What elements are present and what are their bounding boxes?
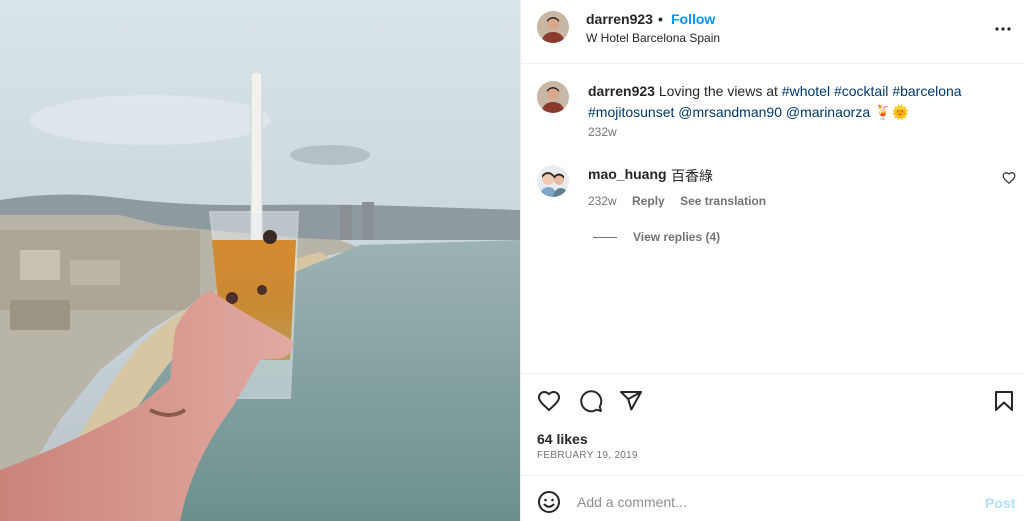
mention-link[interactable]: @marinaorza <box>786 104 870 120</box>
caption-timestamp[interactable]: 232w <box>588 125 617 139</box>
more-options-icon[interactable] <box>991 17 1015 41</box>
author-avatar[interactable] <box>537 11 569 43</box>
separator-dot: • <box>658 11 663 27</box>
add-comment-bar: Post <box>521 475 1024 521</box>
comment-timestamp[interactable]: 232w <box>588 194 617 208</box>
post-header: darren923 • Follow W Hotel Barcelona Spa… <box>521 0 1024 64</box>
caption-body: Loving the views at <box>658 83 778 99</box>
commenter-username[interactable]: mao_huang <box>588 166 667 182</box>
paper-plane-icon[interactable] <box>619 389 643 413</box>
emoji-icon[interactable] <box>537 490 561 514</box>
caption-username[interactable]: darren923 <box>588 83 655 99</box>
heart-icon[interactable] <box>537 389 561 413</box>
see-translation-button[interactable]: See translation <box>680 194 766 208</box>
hashtag-link[interactable]: #mojitosunset <box>588 104 674 120</box>
comment-icon[interactable] <box>579 389 603 413</box>
likes-count[interactable]: 64 likes <box>537 431 588 447</box>
caption-avatar[interactable] <box>537 81 569 113</box>
replies-line <box>593 237 617 238</box>
location-link[interactable]: W Hotel Barcelona Spain <box>586 31 720 45</box>
comment-like-icon[interactable] <box>1002 171 1016 185</box>
caption-text: darren923 Loving the views at #whotel #c… <box>588 81 988 123</box>
post-date[interactable]: FEBRUARY 19, 2019 <box>537 450 638 461</box>
reply-button[interactable]: Reply <box>632 194 665 208</box>
action-bar <box>521 373 1024 427</box>
comment-meta: 232w Reply See translation <box>588 194 778 208</box>
instagram-post: darren923 • Follow W Hotel Barcelona Spa… <box>0 0 1024 521</box>
commenter-avatar[interactable] <box>537 165 569 197</box>
comment-input[interactable] <box>577 486 957 518</box>
post-photo[interactable] <box>0 0 520 521</box>
hashtag-link[interactable]: #whotel <box>782 83 830 99</box>
view-replies-button[interactable]: View replies (4) <box>633 230 720 244</box>
bookmark-icon[interactable] <box>992 389 1016 413</box>
author-username[interactable]: darren923 <box>586 11 653 27</box>
follow-button[interactable]: Follow <box>671 11 715 27</box>
hashtag-link[interactable]: #barcelona <box>892 83 961 99</box>
comment-text: 百香綠 <box>671 168 713 184</box>
hashtag-link[interactable]: #cocktail <box>834 83 888 99</box>
mention-link[interactable]: @mrsandman90 <box>678 104 782 120</box>
caption-emojis: 🍹🌞 <box>874 104 909 120</box>
photo-scene <box>0 0 520 521</box>
post-comment-button[interactable]: Post <box>985 495 1015 511</box>
post-panel: darren923 • Follow W Hotel Barcelona Spa… <box>520 0 1024 521</box>
